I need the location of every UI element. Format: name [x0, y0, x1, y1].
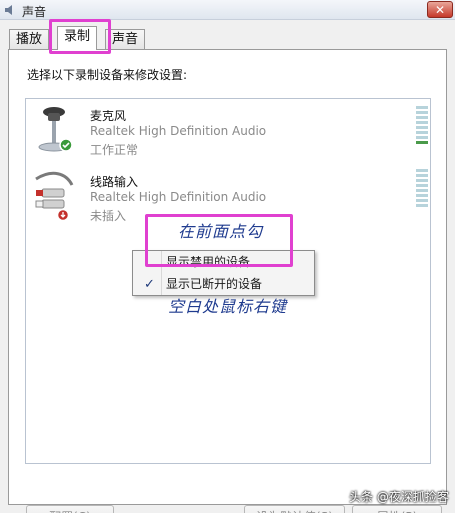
list-item-microphone[interactable]: 麦克风 Realtek High Definition Audio 工作正常: [26, 103, 430, 161]
device-name: 麦克风: [90, 109, 127, 123]
annotation-right-click-note: 空白处鼠标右键: [168, 297, 288, 316]
level-meter: [416, 106, 428, 144]
window-title: 声音: [22, 5, 47, 19]
close-button[interactable]: ✕: [427, 1, 453, 18]
microphone-icon: [38, 107, 73, 152]
device-status: 未插入: [90, 209, 127, 223]
watermark: 头条 @夜深抓捡客: [349, 490, 449, 504]
instruction-text: 选择以下录制设备来修改设置:: [27, 68, 188, 82]
tab-recording[interactable]: 录制: [57, 26, 98, 50]
tab-panel: 选择以下录制设备来修改设置: 麦克风 Realtek High Definiti…: [8, 49, 447, 513]
properties-button[interactable]: 属性(P): [352, 505, 442, 513]
tab-playback[interactable]: 播放: [9, 29, 50, 49]
speaker-icon: [5, 5, 12, 15]
audio-cable-icon: [35, 171, 74, 221]
device-driver: Realtek High Definition Audio: [90, 190, 267, 204]
title-bar: 声音 ✕: [0, 0, 455, 20]
tab-sounds[interactable]: 声音: [105, 29, 146, 49]
menu-item-show-disconnected[interactable]: ✓ 显示已断开的设备: [134, 274, 313, 295]
device-status: 工作正常: [90, 143, 139, 157]
device-name: 线路输入: [90, 175, 139, 189]
device-driver: Realtek High Definition Audio: [90, 124, 267, 138]
menu-item-label: 显示已断开的设备: [166, 277, 263, 291]
checkmark-icon: ✓: [144, 277, 155, 292]
set-default-button[interactable]: 设为默认值(S): [244, 505, 345, 513]
level-meter: [416, 169, 428, 207]
annotation-check-note: 在前面点勾: [178, 222, 264, 241]
configure-button[interactable]: 配置(C): [26, 505, 114, 513]
